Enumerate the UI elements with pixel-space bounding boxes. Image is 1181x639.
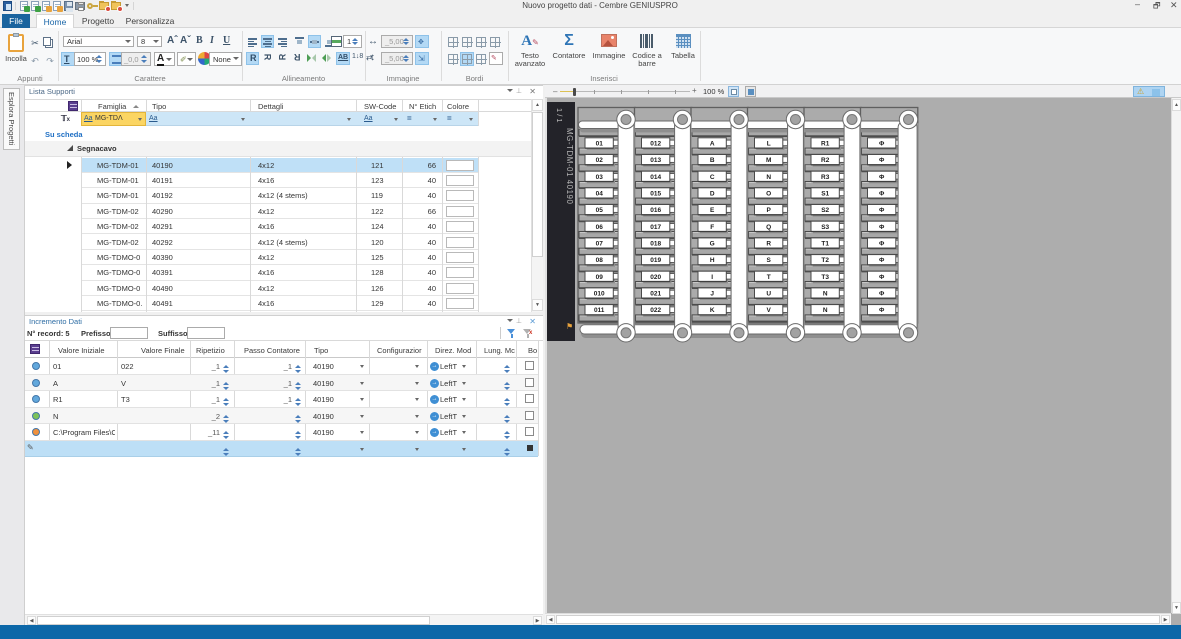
svg-text:T3: T3 (821, 274, 829, 281)
svg-text:R3: R3 (821, 174, 830, 181)
svg-text:1 / 1: 1 / 1 (555, 108, 564, 123)
svg-text:Φ: Φ (879, 174, 885, 181)
svg-text:R2: R2 (821, 157, 830, 164)
svg-text:02: 02 (596, 157, 604, 164)
svg-text:B: B (710, 157, 715, 164)
svg-text:K: K (710, 307, 715, 314)
svg-text:N: N (823, 307, 828, 314)
svg-text:D: D (710, 190, 715, 197)
svg-text:Φ: Φ (879, 241, 885, 248)
svg-text:C: C (710, 174, 715, 181)
svg-text:01: 01 (596, 140, 604, 147)
svg-text:Φ: Φ (879, 307, 885, 314)
svg-text:V: V (767, 307, 772, 314)
svg-text:S: S (767, 257, 772, 264)
svg-text:S3: S3 (821, 224, 829, 231)
svg-text:M: M (766, 157, 771, 164)
svg-text:Φ: Φ (879, 190, 885, 197)
svg-text:H: H (710, 257, 715, 264)
svg-text:N: N (766, 174, 771, 181)
svg-text:08: 08 (596, 257, 604, 264)
svg-text:I: I (711, 274, 713, 281)
svg-text:F: F (710, 224, 714, 231)
svg-text:O: O (766, 190, 771, 197)
svg-text:A: A (710, 140, 715, 147)
svg-text:019: 019 (650, 257, 661, 264)
svg-text:013: 013 (650, 157, 661, 164)
svg-text:015: 015 (650, 190, 661, 197)
svg-text:P: P (767, 207, 772, 214)
svg-text:T1: T1 (821, 241, 829, 248)
svg-text:020: 020 (650, 274, 661, 281)
svg-text:E: E (710, 207, 715, 214)
svg-text:S2: S2 (821, 207, 829, 214)
svg-text:017: 017 (650, 224, 661, 231)
svg-text:Φ: Φ (879, 157, 885, 164)
svg-text:T: T (767, 274, 771, 281)
svg-text:L: L (767, 140, 771, 147)
svg-text:07: 07 (596, 241, 604, 248)
svg-text:J: J (710, 291, 714, 298)
svg-text:05: 05 (596, 207, 604, 214)
svg-text:Q: Q (766, 224, 771, 231)
svg-text:010: 010 (594, 291, 605, 298)
svg-text:U: U (766, 291, 771, 298)
svg-text:014: 014 (650, 174, 661, 181)
svg-text:Φ: Φ (879, 140, 885, 147)
svg-text:⚑: ⚑ (566, 322, 573, 331)
svg-text:T2: T2 (821, 257, 829, 264)
svg-text:Φ: Φ (879, 207, 885, 214)
svg-text:Φ: Φ (879, 274, 885, 281)
svg-text:Φ: Φ (879, 291, 885, 298)
svg-text:022: 022 (650, 307, 661, 314)
svg-text:G: G (710, 241, 715, 248)
svg-text:012: 012 (650, 140, 661, 147)
svg-text:018: 018 (650, 241, 661, 248)
svg-text:Φ: Φ (879, 257, 885, 264)
svg-text:011: 011 (594, 307, 605, 314)
svg-text:09: 09 (596, 274, 604, 281)
svg-text:S1: S1 (821, 190, 829, 197)
svg-text:06: 06 (596, 224, 604, 231)
svg-text:N: N (823, 291, 828, 298)
svg-text:04: 04 (596, 190, 604, 197)
svg-text:Φ: Φ (879, 224, 885, 231)
svg-text:R: R (766, 241, 771, 248)
svg-text:03: 03 (596, 174, 604, 181)
svg-text:MG-TDM-01 40190: MG-TDM-01 40190 (565, 128, 574, 204)
svg-text:R1: R1 (821, 140, 830, 147)
svg-text:021: 021 (650, 291, 661, 298)
svg-text:016: 016 (650, 207, 661, 214)
